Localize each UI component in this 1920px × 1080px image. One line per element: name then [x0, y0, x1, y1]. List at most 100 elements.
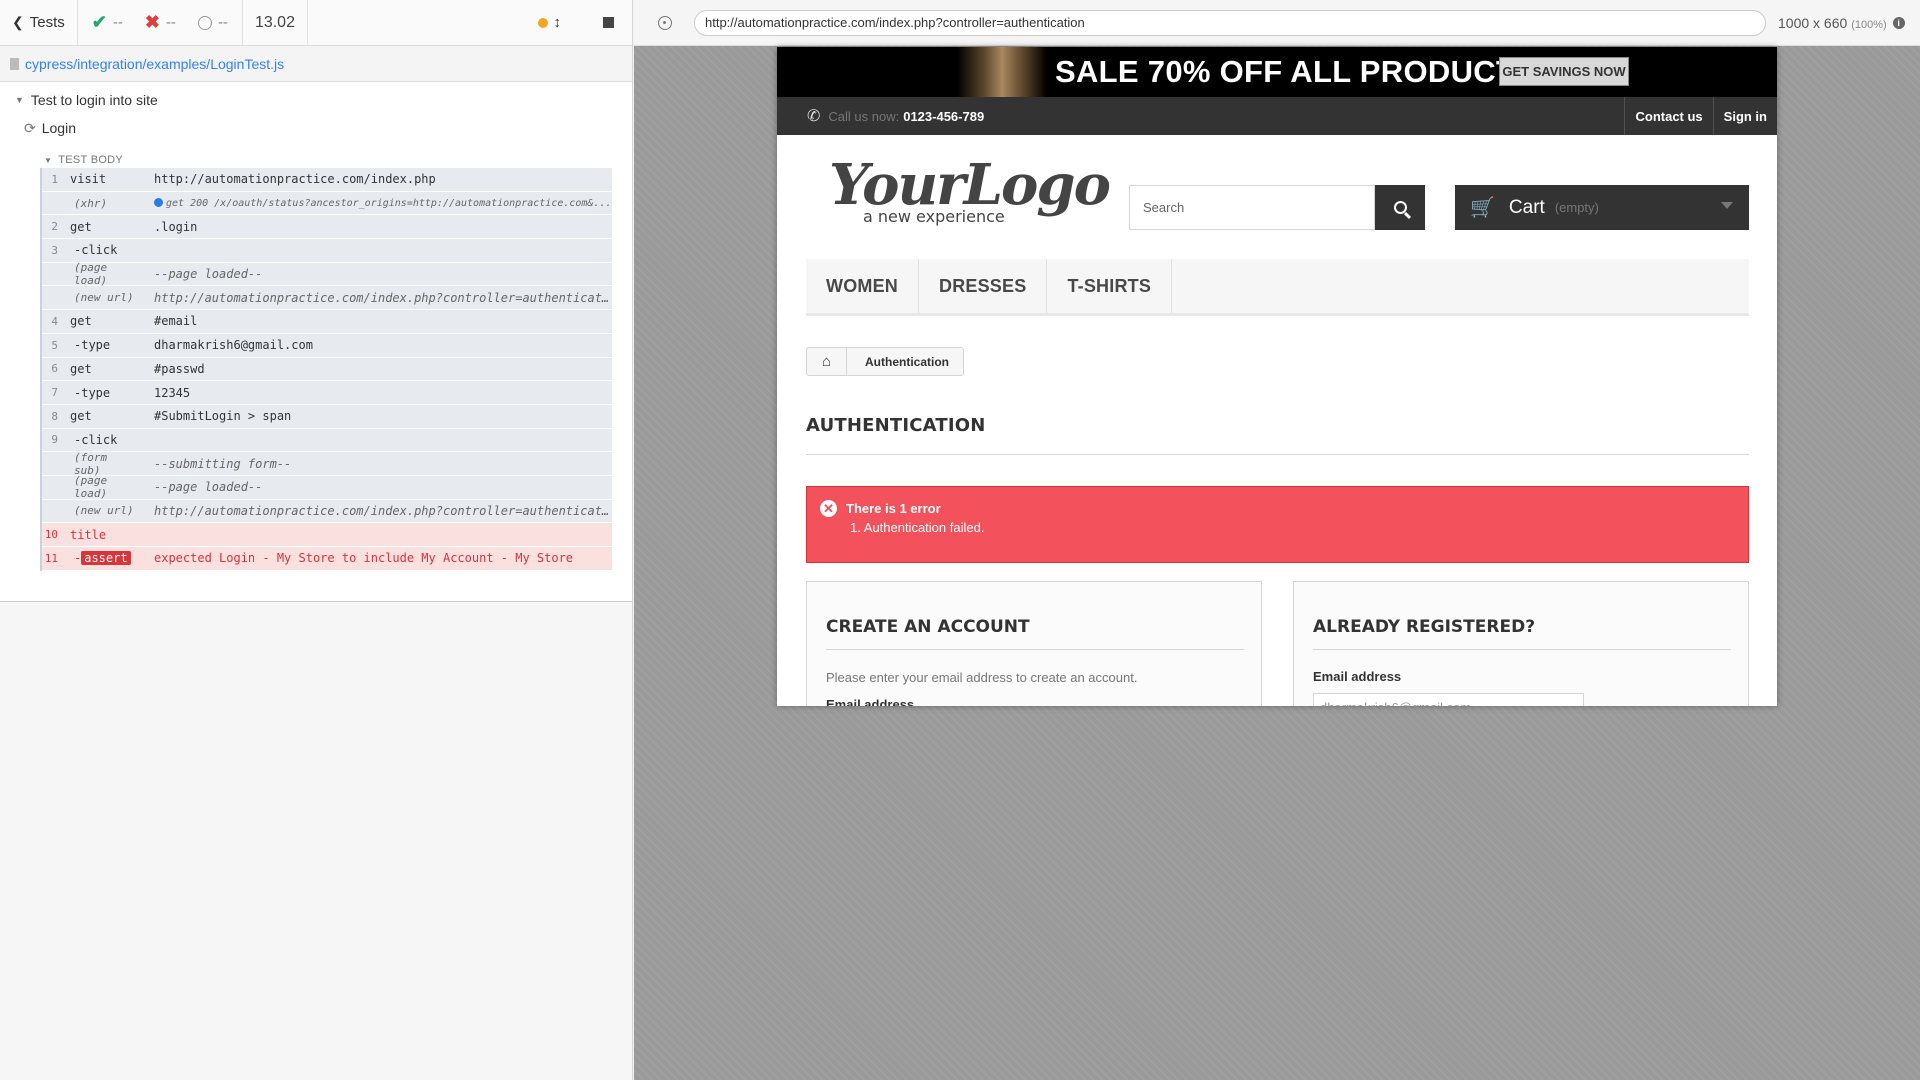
command-row[interactable]: 11 - assert expected Login - My Store to in…: [42, 547, 612, 571]
top-bar: ✆ Call us now: 0123-456-789 Contact us S…: [777, 97, 1777, 135]
command-message: http://automationpractice.com/index.php: [154, 172, 436, 187]
command-row[interactable]: 4 get #email: [42, 310, 612, 334]
search-icon: [1393, 201, 1407, 214]
cart-button[interactable]: 🛒 Cart (empty): [1455, 185, 1749, 230]
tests-label: Tests: [29, 14, 65, 31]
passed-stat: ✔ --: [91, 12, 123, 32]
aut-url-bar: http://automationpractice.com/index.php?…: [634, 0, 1920, 46]
error-title: There is 1 error: [846, 501, 941, 516]
command-name: -type: [74, 338, 111, 353]
sign-in-link[interactable]: Sign in: [1712, 97, 1777, 135]
reporter-body: ▼ Test to login into site ⟳ Login ▼ TEST…: [0, 82, 632, 602]
create-account-text: Please enter your email address to creat…: [826, 670, 1138, 685]
already-registered-panel: ALREADY REGISTERED? Email address dharma…: [1293, 581, 1749, 706]
home-icon[interactable]: ⌂: [807, 348, 847, 375]
command-row[interactable]: (xhr) get 200 /x/oauth/status?ancestor_or…: [42, 191, 612, 216]
menu-item-tshirts[interactable]: T-SHIRTS: [1047, 259, 1173, 313]
menu-item-women[interactable]: WOMEN: [806, 259, 919, 313]
command-number: 7: [51, 386, 58, 400]
command-row[interactable]: (new url) http://automationpractice.com/i…: [42, 286, 612, 311]
command-message: .login: [154, 219, 198, 234]
logo-main-text: YourLogo: [829, 152, 1111, 218]
selector-playground-icon[interactable]: [658, 15, 672, 30]
spec-path-bar: cypress/integration/examples/LoginTest.j…: [0, 46, 632, 82]
login-email-label: Email address: [1313, 669, 1402, 684]
test-body-header[interactable]: ▼ TEST BODY: [44, 154, 632, 166]
contact-us-link[interactable]: Contact us: [1624, 97, 1712, 135]
command-row[interactable]: 7 -type 12345: [42, 381, 612, 405]
command-number: 6: [51, 362, 58, 376]
command-row[interactable]: 2 get .login: [42, 215, 612, 240]
command-name: visit: [70, 172, 107, 187]
already-registered-heading: ALREADY REGISTERED?: [1313, 617, 1731, 650]
phone-icon: ✆: [807, 108, 821, 125]
search-button[interactable]: [1375, 185, 1425, 230]
command-row[interactable]: (form sub) --submitting form--: [42, 451, 612, 477]
command-message: #email: [154, 314, 198, 329]
search-input[interactable]: Search: [1129, 185, 1375, 230]
cart-icon: 🛒: [1470, 197, 1495, 219]
command-name: get: [70, 361, 92, 376]
stop-icon[interactable]: [603, 17, 614, 28]
caret-down-icon: ▼: [15, 95, 24, 105]
command-name: (page load): [74, 474, 108, 501]
sale-banner[interactable]: SALE 70% OFF ALL PRODUCTS GET SAVINGS NO…: [777, 47, 1777, 97]
command-row[interactable]: 1 visit http://automationpractice.com/inde…: [42, 168, 612, 192]
command-number: 11: [44, 551, 58, 565]
command-name: get: [70, 219, 92, 234]
create-email-label: Email address: [826, 697, 915, 706]
site-header: YourLogo a new experience Search 🛒 Cart …: [777, 135, 1777, 259]
info-icon[interactable]: i: [1892, 16, 1905, 29]
menu-item-dresses[interactable]: DRESSES: [919, 259, 1048, 313]
command-row[interactable]: 3 -click: [42, 239, 612, 263]
command-message: 12345: [154, 385, 191, 400]
tests-button[interactable]: ❮ Tests: [0, 0, 78, 46]
xhr-status-icon: [154, 197, 163, 207]
test-title[interactable]: ⟳ Login: [0, 114, 632, 142]
command-name: get: [70, 409, 92, 424]
error-x-icon: ✕: [820, 500, 837, 517]
command-number: 9: [51, 433, 58, 447]
create-account-heading: CREATE AN ACCOUNT: [826, 617, 1244, 650]
phone-number: 0123-456-789: [903, 108, 985, 124]
call-label: Call us now:: [828, 108, 900, 124]
command-row[interactable]: (page load) --page loaded--: [42, 474, 612, 501]
command-number: 2: [51, 220, 58, 234]
command-number: 3: [51, 243, 58, 257]
assert-badge: assert: [81, 551, 131, 566]
command-row[interactable]: (page load) --page loaded--: [42, 261, 612, 287]
command-row[interactable]: 6 get #passwd: [42, 357, 612, 382]
get-savings-button[interactable]: GET SAVINGS NOW: [1499, 57, 1629, 86]
aut-url[interactable]: http://automationpractice.com/index.php?…: [694, 9, 1766, 36]
running-indicator-icon: [537, 17, 548, 28]
spec-path-link[interactable]: cypress/integration/examples/LoginTest.j…: [25, 56, 284, 72]
x-icon: ✖: [144, 12, 160, 32]
command-message: http://automationpractice.com/index.php?…: [154, 290, 610, 305]
command-message: http://automationpractice.com/index.php?…: [154, 503, 610, 518]
cart-label: Cart: [1508, 196, 1545, 218]
command-number: 1: [51, 172, 58, 186]
command-row[interactable]: 9 -click: [42, 428, 612, 453]
reporter-panel: ❮ Tests ✔ -- ✖ -- -- 13.02 ↕ cypress/integ…: [0, 0, 633, 1080]
auto-scroll-icon[interactable]: ↕: [554, 14, 562, 31]
cypress-runner: ❮ Tests ✔ -- ✖ -- -- 13.02 ↕ cypress/integ…: [0, 0, 1920, 1080]
pending-circle-icon: [197, 15, 212, 30]
failed-stat: ✖ --: [144, 12, 176, 32]
command-row[interactable]: 5 -type dharmakrish6@gmail.com: [42, 333, 612, 358]
suite-title[interactable]: ▼ Test to login into site: [0, 86, 632, 114]
command-row[interactable]: (new url) http://automationpractice.com/i…: [42, 499, 612, 524]
command-row[interactable]: 8 get #SubmitLogin > span: [42, 404, 612, 429]
banner-model-image: [957, 47, 1047, 97]
command-row[interactable]: 10 title: [42, 523, 612, 547]
command-name: (new url): [74, 504, 134, 518]
site-logo[interactable]: YourLogo a new experience: [829, 152, 1111, 235]
email-field[interactable]: dharmakrish6@gmail.com: [1313, 693, 1584, 706]
aut-iframe: SALE 70% OFF ALL PRODUCTS GET SAVINGS NO…: [777, 47, 1777, 706]
file-icon: [10, 57, 19, 70]
command-message: --page loaded--: [154, 267, 263, 282]
create-account-panel: CREATE AN ACCOUNT Please enter your emai…: [806, 581, 1262, 706]
xhr-message: get 200 /x/oauth/status?ancestor_origins…: [166, 197, 612, 209]
command-name: title: [70, 527, 107, 542]
top-links: Contact us Sign in: [1624, 97, 1777, 135]
command-number: 10: [44, 528, 58, 542]
